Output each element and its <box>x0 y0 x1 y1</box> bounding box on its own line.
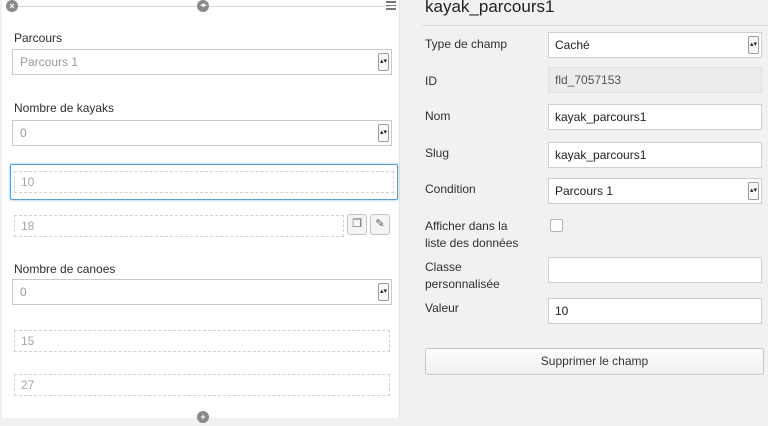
condition-select-value: Parcours 1 <box>555 184 614 198</box>
slug-label: Slug <box>425 146 450 160</box>
show-in-list-label-line2: liste des données <box>425 236 519 250</box>
close-icon[interactable]: × <box>6 0 18 12</box>
id-field: fld_7057153 <box>548 67 762 93</box>
delete-field-button[interactable]: Supprimer le champ <box>425 348 764 375</box>
parcours-select[interactable]: Parcours 1 ▴▾ <box>12 49 392 75</box>
copy-icon[interactable]: ❐ <box>347 214 367 235</box>
show-in-list-label: Afficher dans la liste des données <box>425 218 518 252</box>
id-label: ID <box>425 74 437 88</box>
layout-panel: × ◂▸ Parcours Parcours 1 ▴▾ Nombre de ka… <box>2 0 400 423</box>
name-input[interactable]: kayak_parcours1 <box>548 104 762 130</box>
selected-field-kayak-parcours1[interactable]: 10 <box>10 164 398 200</box>
kayaks-select[interactable]: 0 ▴▾ <box>12 120 392 146</box>
add-row-icon[interactable]: + <box>197 411 209 423</box>
select-arrow-icon: ▴▾ <box>748 36 759 54</box>
canoes-label: Nombre de canoes <box>14 262 116 276</box>
parcours-label: Parcours <box>14 31 63 45</box>
title-divider <box>422 25 768 26</box>
kayak-parcours2-field[interactable]: 18 <box>14 215 344 237</box>
type-label: Type de champ <box>425 37 508 51</box>
kayaks-select-value: 0 <box>20 126 27 140</box>
canoes-select-value: 0 <box>20 285 27 299</box>
custom-class-label-line2: personnalisée <box>425 277 500 291</box>
kayaks-label: Nombre de kayaks <box>14 101 115 115</box>
select-arrow-icon: ▴▾ <box>378 53 389 71</box>
select-arrow-icon: ▴▾ <box>378 283 389 301</box>
type-select-value: Caché <box>555 38 590 52</box>
menu-icon[interactable] <box>386 1 396 10</box>
value-input[interactable]: 10 <box>548 298 762 324</box>
kayak-parcours1-field[interactable]: 10 <box>14 171 394 193</box>
type-select[interactable]: Caché ▴▾ <box>548 32 762 58</box>
show-in-list-label-line1: Afficher dans la <box>425 219 508 233</box>
select-arrow-icon: ▴▾ <box>748 182 759 200</box>
condition-select[interactable]: Parcours 1 ▴▾ <box>548 178 762 204</box>
slug-input[interactable]: kayak_parcours1 <box>548 142 762 168</box>
parcours-select-value: Parcours 1 <box>20 55 79 69</box>
canoe-parcours2-field[interactable]: 27 <box>14 374 390 396</box>
edit-icon[interactable]: ✎ <box>370 214 390 235</box>
condition-label: Condition <box>425 182 476 196</box>
select-arrow-icon: ▴▾ <box>378 124 389 142</box>
name-label: Nom <box>425 109 451 123</box>
custom-class-input[interactable] <box>548 257 762 283</box>
show-in-list-checkbox[interactable] <box>550 219 563 232</box>
custom-class-label-line1: Classe <box>425 260 462 274</box>
field-title: kayak_parcours1 <box>425 0 555 16</box>
custom-class-label: Classe personnalisée <box>425 259 500 293</box>
move-handle-icon[interactable]: ◂▸ <box>197 0 209 12</box>
panel-toolbar: × ◂▸ <box>2 0 400 12</box>
canoe-parcours1-field[interactable]: 15 <box>14 330 390 352</box>
canoes-select[interactable]: 0 ▴▾ <box>12 279 392 305</box>
value-label: Valeur <box>425 301 459 315</box>
